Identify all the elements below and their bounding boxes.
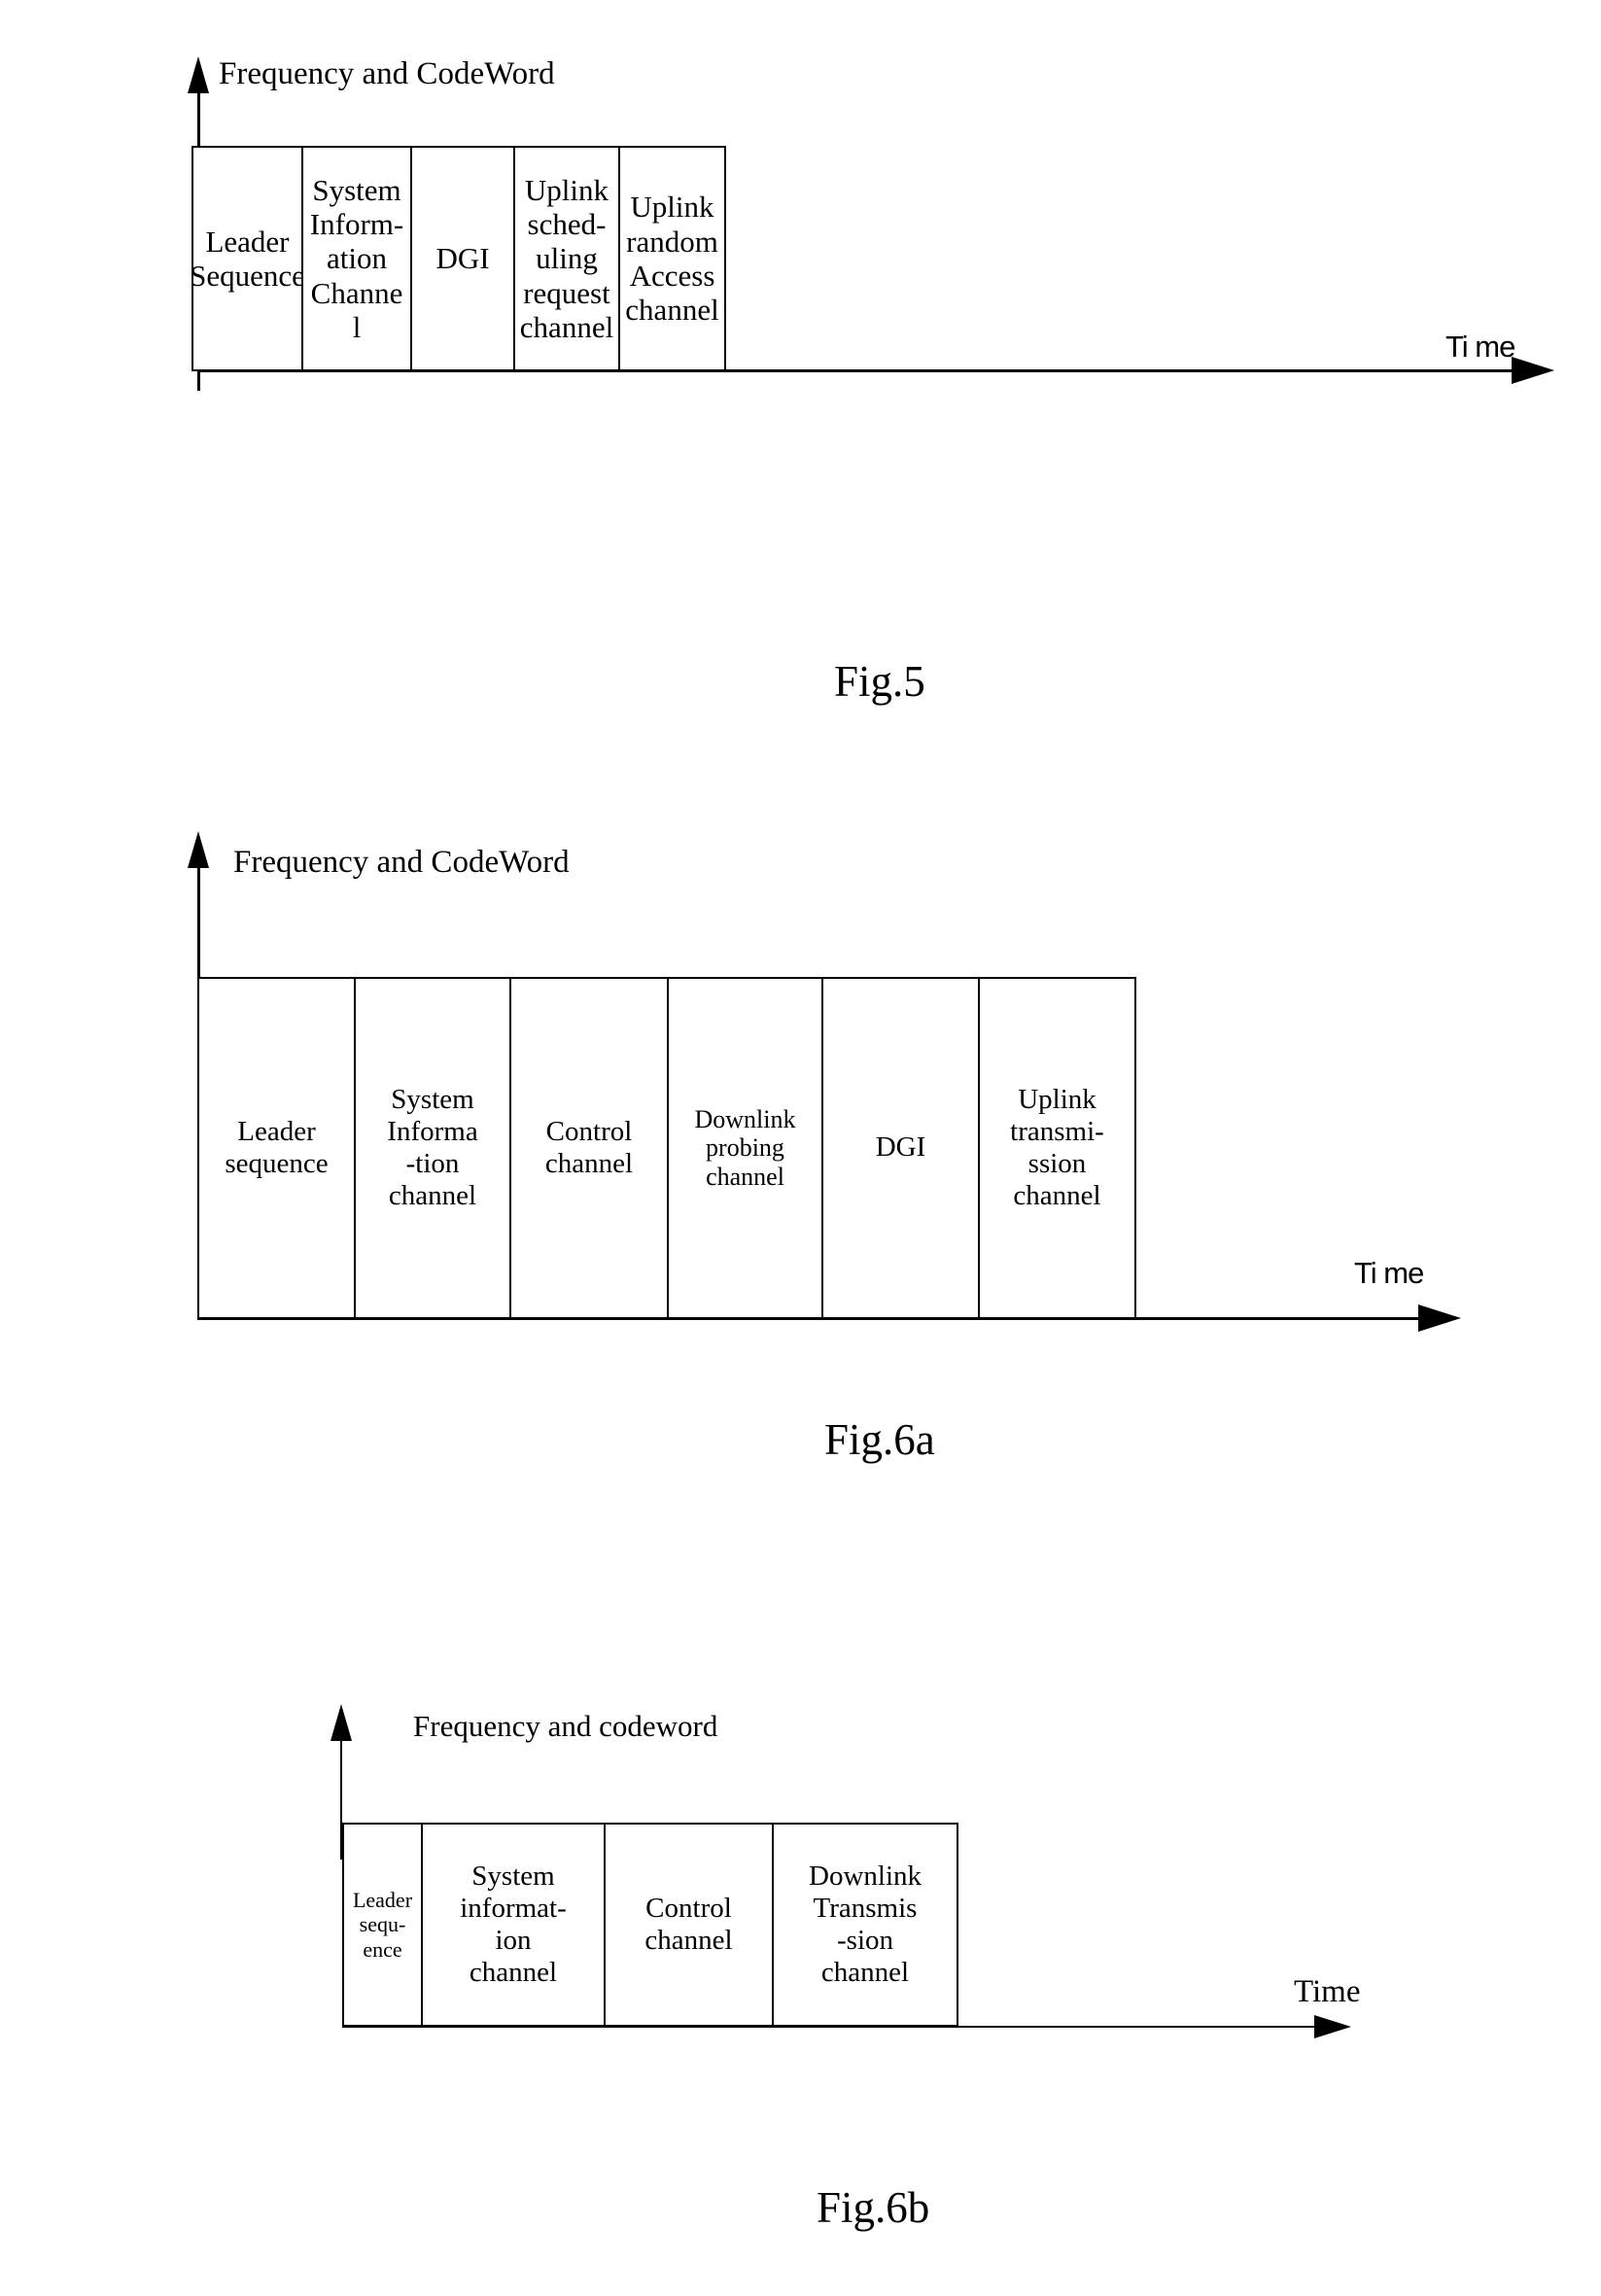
fig6a-block-dgi-label: DGI [875,1131,926,1164]
fig6b-block-system-information-channel[interactable]: System informat- ion channel [421,1823,606,2027]
fig5-block-uplink-random-access-channel-label: Uplink random Access channel [625,190,719,328]
fig5-frequency-axis-arrowhead [188,56,209,93]
fig6a-block-uplink-transmission-channel-label: Uplink transmi- ssion channel [1010,1083,1104,1212]
fig5-block-leader-sequence-label: Leader Sequence [190,224,305,293]
fig6a-frequency-axis-arrowhead [188,831,209,868]
fig6a-frequency-axis-label: Frequency and CodeWord [233,845,570,880]
fig6a-block-control-channel[interactable]: Control channel [509,977,669,1319]
fig6b-caption: Fig.6b [817,2183,930,2232]
fig6a-block-downlink-probing-channel[interactable]: Downlink probing channel [667,977,823,1319]
fig5-caption: Fig.5 [834,657,925,706]
fig6b-block-control-channel-label: Control channel [644,1892,733,1956]
fig6a-block-downlink-probing-channel-label: Downlink probing channel [694,1104,796,1191]
fig6a-block-uplink-transmission-channel[interactable]: Uplink transmi- ssion channel [978,977,1136,1319]
fig6a-frame-structure: Leader sequence System Informa -tion cha… [197,977,1140,1319]
fig6a-time-axis-label: Ti me [1354,1256,1424,1290]
fig6b-block-leader-sequence[interactable]: Leader sequ- ence [342,1823,423,2027]
fig6a-block-leader-sequence[interactable]: Leader sequence [197,977,356,1319]
fig6a-time-axis-arrowhead [1418,1305,1461,1332]
fig5-block-dgi-label: DGI [435,241,490,276]
fig6b-time-axis-arrowhead [1314,2015,1351,2038]
fig6b-block-control-channel[interactable]: Control channel [604,1823,774,2027]
fig5-block-system-information-channel-label: System Inform- ation Channe l [309,172,404,344]
fig6b-time-axis-label: Time [1294,1974,1361,2009]
fig6b-frequency-axis-arrowhead [331,1704,352,1741]
fig6b-frequency-axis-label: Frequency and codeword [413,1709,718,1743]
fig5-block-uplink-random-access-channel[interactable]: Uplink random Access channel [618,146,726,371]
fig6a-block-system-information-channel-label: System Informa -tion channel [387,1083,478,1212]
fig5-block-system-information-channel[interactable]: System Inform- ation Channe l [301,146,412,371]
fig5-frequency-axis-label: Frequency and CodeWord [219,56,555,91]
fig6a-block-system-information-channel[interactable]: System Informa -tion channel [354,977,511,1319]
fig6b-block-leader-sequence-label: Leader sequ- ence [352,1888,413,1962]
fig6b-frame-structure: Leader sequ- ence System informat- ion c… [342,1823,964,2027]
fig6b-block-downlink-transmission-channel[interactable]: Downlink Transmis -sion channel [772,1823,958,2027]
fig5-block-dgi[interactable]: DGI [410,146,515,371]
fig5-time-axis-arrowhead [1512,357,1554,384]
fig5-frame-structure: Leader Sequence System Inform- ation Cha… [190,146,1084,371]
fig6a-block-control-channel-label: Control channel [544,1115,634,1179]
fig5-block-leader-sequence[interactable]: Leader Sequence [190,146,305,371]
fig6a-caption: Fig.6a [824,1415,935,1464]
fig5-time-axis-label: Ti me [1445,330,1515,364]
fig6a-block-dgi[interactable]: DGI [821,977,980,1319]
fig6b-block-downlink-transmission-channel-label: Downlink Transmis -sion channel [809,1860,922,1989]
fig5-block-uplink-scheduling-request-channel[interactable]: Uplink sched- uling request channel [513,146,620,371]
fig6b-block-system-information-channel-label: System informat- ion channel [460,1860,567,1989]
fig5-block-uplink-scheduling-request-channel-label: Uplink sched- uling request channel [519,172,614,344]
fig6a-block-leader-sequence-label: Leader sequence [225,1115,329,1179]
